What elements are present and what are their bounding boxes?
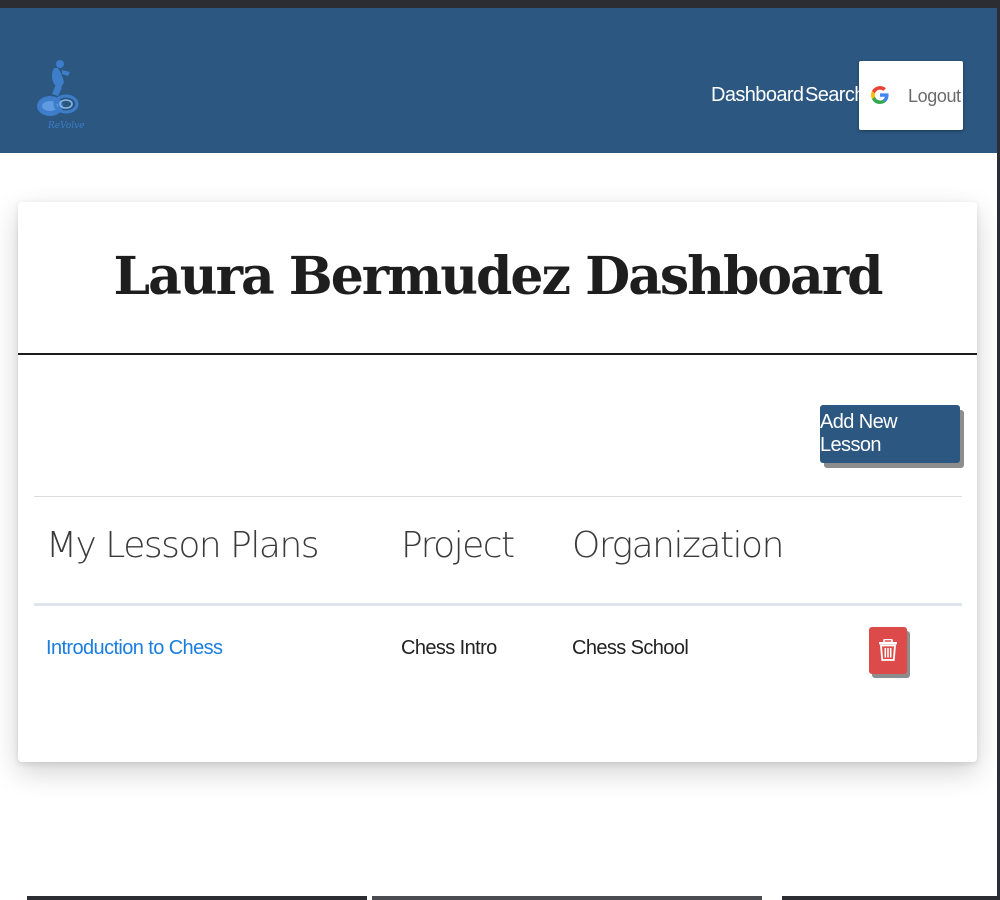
page-title: Laura Bermudez Dashboard xyxy=(113,246,884,307)
window-top-strip xyxy=(0,0,1000,8)
revolve-logo-icon[interactable]: ReVolve xyxy=(34,56,84,140)
table-top-divider xyxy=(34,496,962,497)
nav-link-search[interactable]: Search xyxy=(805,84,865,107)
delete-lesson-button[interactable] xyxy=(869,627,907,674)
table-header-divider xyxy=(34,603,962,606)
logo-text: ReVolve xyxy=(47,121,84,131)
navbar: ReVolve Dashboard Search Logout xyxy=(0,8,997,153)
column-header-organization[interactable]: Organization xyxy=(572,525,784,566)
taskbar-segment-middle xyxy=(372,896,762,900)
column-header-project[interactable]: Project xyxy=(401,525,515,566)
taskbar-segment-left xyxy=(27,896,367,900)
trash-icon xyxy=(879,639,897,661)
taskbar-segment-right xyxy=(782,896,1000,900)
column-header-lesson-plans[interactable]: My Lesson Plans xyxy=(46,525,320,566)
lesson-organization-cell: Chess School xyxy=(572,637,689,659)
google-g-icon xyxy=(870,85,890,105)
lesson-link[interactable]: Introduction to Chess xyxy=(46,637,223,660)
logout-button[interactable]: Logout xyxy=(859,61,963,130)
add-new-lesson-button[interactable]: Add New Lesson xyxy=(820,405,960,463)
lesson-project-cell: Chess Intro xyxy=(401,637,497,659)
title-divider xyxy=(18,353,977,355)
nav-link-dashboard[interactable]: Dashboard xyxy=(711,84,804,107)
logout-label: Logout xyxy=(908,86,961,106)
dashboard-card: Laura Bermudez Dashboard Add New Lesson … xyxy=(18,202,977,762)
